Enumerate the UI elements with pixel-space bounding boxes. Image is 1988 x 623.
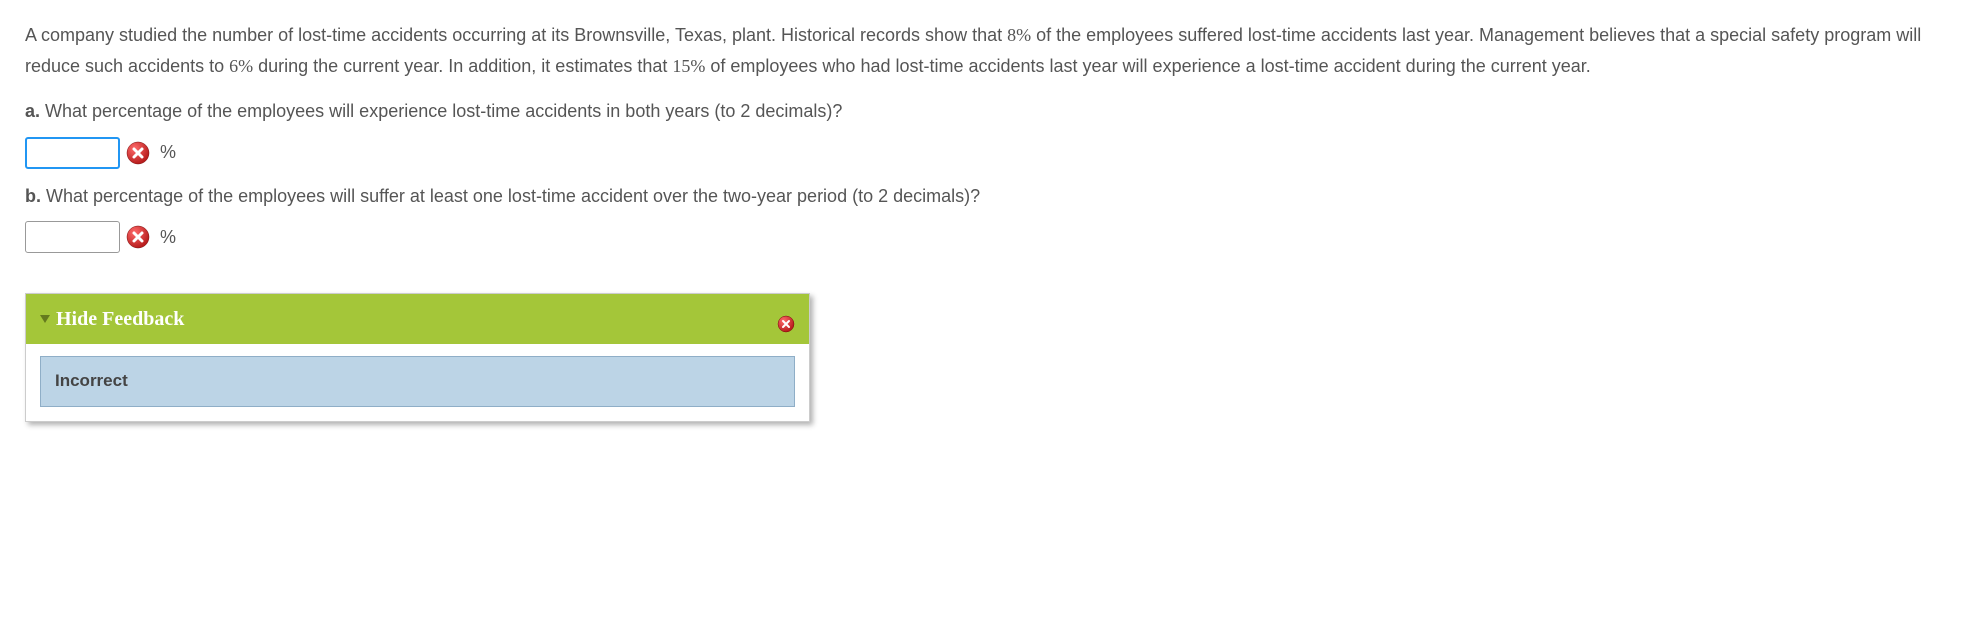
close-icon[interactable] <box>777 310 795 328</box>
feedback-header-title: Hide Feedback <box>56 302 184 336</box>
stat-3: 15% <box>672 56 705 76</box>
problem-statement: A company studied the number of lost-tim… <box>25 20 1963 81</box>
feedback-status: Incorrect <box>40 356 795 407</box>
stat-2: 6% <box>229 56 253 76</box>
question-a: a. What percentage of the employees will… <box>25 96 1963 127</box>
wrong-icon <box>126 141 150 165</box>
question-a-text-1: What percentage of the employees will ex… <box>40 101 740 121</box>
feedback-panel: Hide Feedback Incorrect <box>25 293 810 422</box>
collapse-triangle-icon <box>40 315 50 323</box>
feedback-header[interactable]: Hide Feedback <box>26 294 809 344</box>
question-b-text-1: What percentage of the employees will su… <box>41 186 878 206</box>
question-b-text-2: decimals)? <box>888 186 980 206</box>
question-b-decimals: 2 <box>878 186 888 206</box>
problem-text-4: of employees who had lost-time accidents… <box>705 56 1590 76</box>
question-b-label: b. <box>25 186 41 206</box>
unit-a: % <box>160 137 176 168</box>
answer-row-b: % <box>25 221 1963 253</box>
feedback-body: Incorrect <box>26 344 809 421</box>
problem-text-1: A company studied the number of lost-tim… <box>25 25 1007 45</box>
unit-b: % <box>160 222 176 253</box>
answer-input-b[interactable] <box>25 221 120 253</box>
stat-1: 8% <box>1007 25 1031 45</box>
answer-input-a[interactable] <box>25 137 120 169</box>
question-a-decimals: 2 <box>740 101 750 121</box>
question-a-label: a. <box>25 101 40 121</box>
wrong-icon <box>126 225 150 249</box>
question-a-text-2: decimals)? <box>750 101 842 121</box>
question-b: b. What percentage of the employees will… <box>25 181 1963 212</box>
problem-text-3: during the current year. In addition, it… <box>253 56 672 76</box>
answer-row-a: % <box>25 137 1963 169</box>
